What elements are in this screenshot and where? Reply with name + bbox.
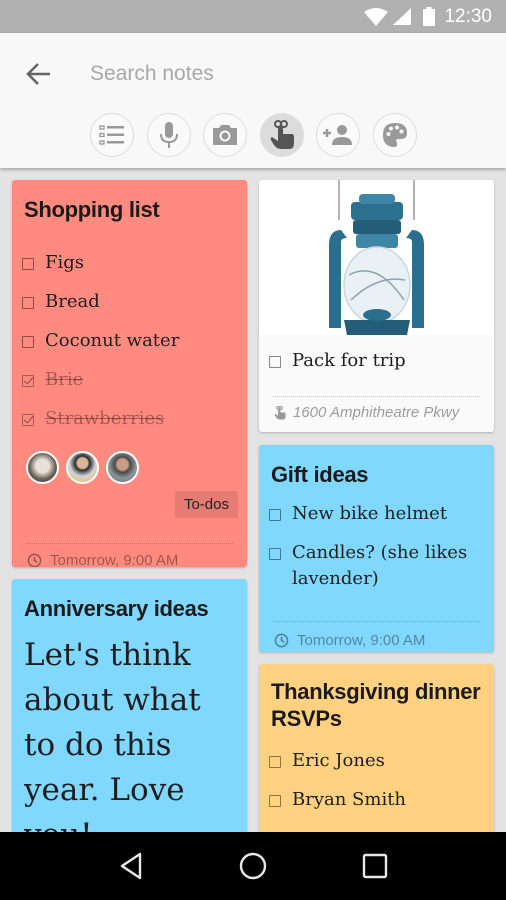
item-text: Brie xyxy=(45,369,84,390)
label-chip[interactable]: To-dos xyxy=(174,491,238,518)
item-text: New bike helmet xyxy=(292,503,448,524)
checkbox[interactable] xyxy=(22,258,34,270)
notes-grid[interactable]: Shopping list Figs Bread Coconut water B… xyxy=(0,168,506,832)
checkbox[interactable] xyxy=(269,795,281,807)
collaborators xyxy=(26,451,139,484)
item-text: Strawberries xyxy=(45,408,165,429)
microphone-icon xyxy=(159,122,178,148)
triangle-back-icon xyxy=(120,852,142,880)
checklist-item-checked[interactable]: Brie xyxy=(22,367,242,406)
reminder-finger-icon xyxy=(270,120,294,149)
nav-home-button[interactable] xyxy=(223,836,283,896)
clock-icon xyxy=(27,553,42,567)
reminder-text: Tomorrow, 9:00 AM xyxy=(297,632,426,649)
checklist-item[interactable]: Coconut water xyxy=(22,328,242,367)
note-title: Gift ideas xyxy=(271,462,369,487)
checklist-item[interactable]: Figs xyxy=(22,250,242,289)
note-pack-for-trip[interactable]: Pack for trip 1600 Amphitheatre Pkwy xyxy=(259,180,494,432)
note-anniversary-ideas[interactable]: Anniversary ideas Let's think about what… xyxy=(12,579,247,832)
checklist-icon xyxy=(99,125,124,145)
checklist: Eric Jones Bryan Smith xyxy=(269,748,484,826)
lantern-image xyxy=(259,180,494,335)
item-text: Pack for trip xyxy=(292,350,406,371)
location-text: 1600 Amphitheatre Pkwy xyxy=(293,404,460,421)
filter-bar xyxy=(90,113,417,157)
back-button[interactable] xyxy=(22,59,56,89)
reminders-filter-button[interactable] xyxy=(259,113,304,157)
item-text: Figs xyxy=(45,252,85,273)
nav-recents-button[interactable] xyxy=(345,836,405,896)
colors-filter-button[interactable] xyxy=(372,113,417,157)
lists-filter-button[interactable] xyxy=(90,113,134,157)
checklist: Figs Bread Coconut water Brie Strawberri… xyxy=(22,250,242,445)
add-person-icon xyxy=(323,125,352,145)
arrow-back-icon xyxy=(26,63,50,85)
square-recents-icon xyxy=(362,853,388,879)
checklist-item[interactable]: Bryan Smith xyxy=(269,787,484,826)
images-filter-button[interactable] xyxy=(203,113,247,157)
item-text: Eric Jones xyxy=(292,750,385,771)
clock: 12:30 xyxy=(444,6,492,27)
note-body: Let's think about what to do this year. … xyxy=(24,637,201,832)
divider xyxy=(26,543,233,544)
avatar xyxy=(106,451,139,484)
checklist-item[interactable]: Bread xyxy=(22,289,242,328)
checkbox[interactable] xyxy=(22,336,34,348)
item-text: Coconut water xyxy=(45,330,180,351)
search-input[interactable] xyxy=(90,57,470,91)
note-title: Thanksgiving dinner RSVPs xyxy=(271,679,481,731)
shared-filter-button[interactable] xyxy=(316,113,360,157)
item-text: Bryan Smith xyxy=(292,789,407,810)
item-text: Bread xyxy=(45,291,100,312)
wifi-icon xyxy=(364,8,388,26)
location-finger-icon xyxy=(274,405,286,419)
status-bar: 12:30 xyxy=(0,0,506,33)
checklist-item[interactable]: Pack for trip xyxy=(269,348,406,374)
audio-filter-button[interactable] xyxy=(146,113,191,157)
checklist-item[interactable]: Eric Jones xyxy=(269,748,484,787)
reminder[interactable]: Tomorrow, 9:00 AM xyxy=(274,632,425,649)
reminder[interactable]: Tomorrow, 9:00 AM xyxy=(27,552,178,567)
clock-icon xyxy=(274,633,289,648)
item-text: Candles? (she likes lavender) xyxy=(292,542,468,589)
checklist: New bike helmet Candles? (she likes lave… xyxy=(269,501,484,605)
avatar xyxy=(66,451,99,484)
note-thanksgiving-rsvps[interactable]: Thanksgiving dinner RSVPs Eric Jones Bry… xyxy=(259,664,494,832)
palette-icon xyxy=(382,123,407,147)
circle-home-icon xyxy=(239,852,267,880)
checklist-item[interactable]: Candles? (she likes lavender) xyxy=(269,540,484,592)
checkbox[interactable] xyxy=(269,548,281,560)
note-shopping-list[interactable]: Shopping list Figs Bread Coconut water B… xyxy=(12,180,247,567)
note-title: Anniversary ideas xyxy=(24,596,209,621)
divider xyxy=(273,396,480,397)
checkbox[interactable] xyxy=(22,297,34,309)
checkbox[interactable] xyxy=(269,509,281,521)
note-title: Shopping list xyxy=(24,197,160,222)
search-toolbar xyxy=(0,33,506,168)
location-reminder[interactable]: 1600 Amphitheatre Pkwy xyxy=(274,404,459,421)
note-gift-ideas[interactable]: Gift ideas New bike helmet Candles? (she… xyxy=(259,445,494,652)
system-nav-bar xyxy=(0,832,506,900)
checklist-item[interactable]: New bike helmet xyxy=(269,501,484,527)
checkbox-checked[interactable] xyxy=(22,414,34,426)
cell-signal-icon xyxy=(393,8,411,25)
battery-icon xyxy=(423,7,435,26)
avatar xyxy=(26,451,59,484)
divider xyxy=(273,621,480,622)
camera-icon xyxy=(213,125,237,145)
checkbox[interactable] xyxy=(269,356,281,368)
checkbox-checked[interactable] xyxy=(22,375,34,387)
checkbox[interactable] xyxy=(269,756,281,768)
checklist-item-checked[interactable]: Strawberries xyxy=(22,406,242,445)
nav-back-button[interactable] xyxy=(101,836,161,896)
reminder-text: Tomorrow, 9:00 AM xyxy=(50,552,179,567)
